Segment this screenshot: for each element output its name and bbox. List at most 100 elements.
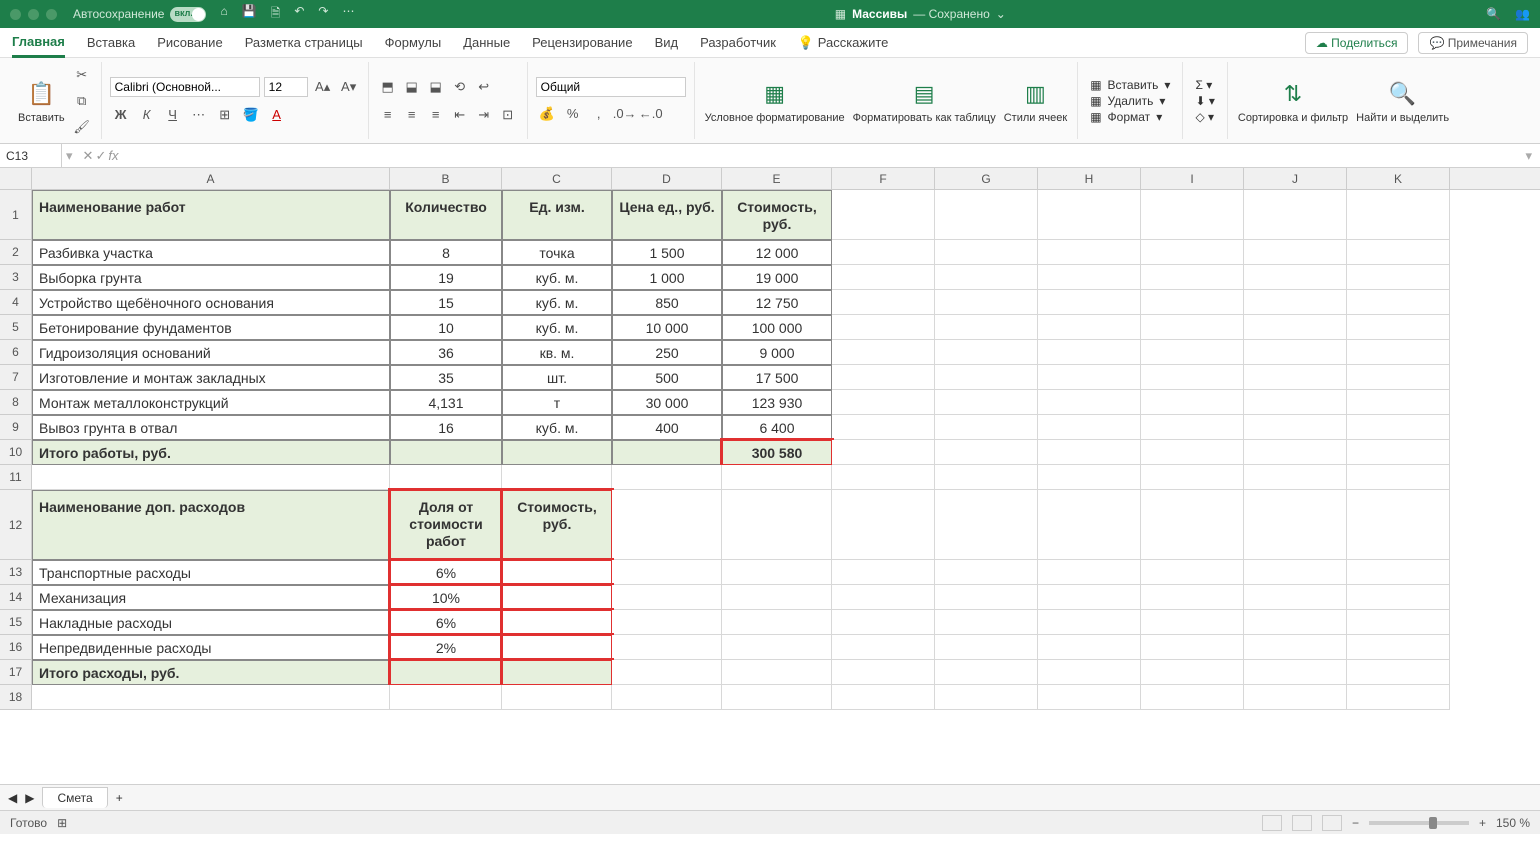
cell[interactable] xyxy=(1141,190,1244,240)
cell[interactable] xyxy=(1244,340,1347,365)
align-left-icon[interactable]: ≡ xyxy=(377,104,399,126)
row-header[interactable]: 15 xyxy=(0,610,32,635)
cell[interactable] xyxy=(722,585,832,610)
cell[interactable] xyxy=(1038,340,1141,365)
cell[interactable] xyxy=(1244,685,1347,710)
cell[interactable]: 12 750 xyxy=(722,290,832,315)
cell[interactable]: 10 xyxy=(390,315,502,340)
cell[interactable] xyxy=(1141,315,1244,340)
search-icon[interactable]: 🔍 xyxy=(1486,7,1501,21)
cell[interactable] xyxy=(935,265,1038,290)
cell[interactable]: Выборка грунта xyxy=(32,265,390,290)
cell[interactable] xyxy=(502,560,612,585)
cell[interactable]: Механизация xyxy=(32,585,390,610)
strike-button[interactable]: ⋯ xyxy=(188,104,210,126)
cell[interactable] xyxy=(935,610,1038,635)
cell[interactable]: 4,131 xyxy=(390,390,502,415)
cell[interactable] xyxy=(935,290,1038,315)
cell[interactable]: Цена ед., руб. xyxy=(612,190,722,240)
wrap-text-icon[interactable]: ↩ xyxy=(473,76,495,98)
cell[interactable] xyxy=(1244,415,1347,440)
home-icon[interactable]: ⌂ xyxy=(220,4,227,25)
tab-insert[interactable]: Вставка xyxy=(87,29,135,56)
redo-icon[interactable]: ↷ xyxy=(318,4,328,25)
cell[interactable] xyxy=(1347,490,1450,560)
insert-cells-button[interactable]: ▦ Вставить ▾ xyxy=(1086,77,1174,93)
underline-button[interactable]: Ч xyxy=(162,104,184,126)
cell[interactable]: 123 930 xyxy=(722,390,832,415)
cell[interactable]: 2% xyxy=(390,635,502,660)
cell[interactable]: 6% xyxy=(390,560,502,585)
cell[interactable] xyxy=(1347,290,1450,315)
cell[interactable] xyxy=(1244,315,1347,340)
cell[interactable] xyxy=(1244,440,1347,465)
add-sheet-icon[interactable]: + xyxy=(116,791,123,805)
cut-icon[interactable]: ✂ xyxy=(71,64,93,86)
font-size-select[interactable] xyxy=(264,77,308,97)
cell[interactable] xyxy=(935,415,1038,440)
align-bottom-icon[interactable]: ⬓ xyxy=(425,76,447,98)
cell[interactable] xyxy=(1244,660,1347,685)
cell[interactable] xyxy=(502,465,612,490)
cell[interactable] xyxy=(1347,390,1450,415)
cell[interactable] xyxy=(1038,265,1141,290)
sheet-prev-icon[interactable]: ◀ xyxy=(8,791,17,805)
row-header[interactable]: 13 xyxy=(0,560,32,585)
col-header[interactable]: G xyxy=(935,168,1038,189)
cell[interactable]: Наименование доп. расходов xyxy=(32,490,390,560)
cell[interactable]: 300 580 xyxy=(722,440,832,465)
cell[interactable]: куб. м. xyxy=(502,290,612,315)
cell[interactable]: Количество xyxy=(390,190,502,240)
zoom-slider[interactable] xyxy=(1369,821,1469,825)
sort-filter-button[interactable]: ⇅Сортировка и фильтр xyxy=(1236,74,1350,127)
cell[interactable] xyxy=(1038,440,1141,465)
cell[interactable]: 10 000 xyxy=(612,315,722,340)
row-header[interactable]: 18 xyxy=(0,685,32,710)
tab-view[interactable]: Вид xyxy=(655,29,679,56)
cell[interactable] xyxy=(832,190,935,240)
cell[interactable] xyxy=(1038,660,1141,685)
cell[interactable] xyxy=(1244,465,1347,490)
cell[interactable] xyxy=(612,685,722,710)
cell[interactable] xyxy=(832,440,935,465)
cell[interactable] xyxy=(1141,365,1244,390)
page-break-icon[interactable] xyxy=(1322,815,1342,831)
cell[interactable] xyxy=(502,610,612,635)
currency-icon[interactable]: 💰 xyxy=(536,103,558,125)
number-format-select[interactable] xyxy=(536,77,686,97)
cell[interactable]: 6 400 xyxy=(722,415,832,440)
cell[interactable] xyxy=(1141,685,1244,710)
tab-draw[interactable]: Рисование xyxy=(157,29,222,56)
cell[interactable] xyxy=(722,610,832,635)
cell[interactable] xyxy=(1141,635,1244,660)
cell[interactable] xyxy=(390,685,502,710)
cell[interactable] xyxy=(1347,265,1450,290)
cell[interactable]: Транспортные расходы xyxy=(32,560,390,585)
col-header[interactable]: B xyxy=(390,168,502,189)
cell[interactable] xyxy=(1141,290,1244,315)
cell[interactable] xyxy=(1141,660,1244,685)
sheet-next-icon[interactable]: ▶ xyxy=(25,791,34,805)
font-select[interactable] xyxy=(110,77,260,97)
cell[interactable] xyxy=(1141,585,1244,610)
cell[interactable]: Наименование работ xyxy=(32,190,390,240)
cell[interactable] xyxy=(832,465,935,490)
cell[interactable]: кв. м. xyxy=(502,340,612,365)
more-icon[interactable]: ⋯ xyxy=(342,4,354,25)
cell[interactable]: 250 xyxy=(612,340,722,365)
cell[interactable] xyxy=(1038,685,1141,710)
col-header[interactable]: I xyxy=(1141,168,1244,189)
cell[interactable] xyxy=(935,440,1038,465)
autosave-toggle[interactable]: вкл. xyxy=(170,7,206,22)
share-button[interactable]: ☁ Поделиться xyxy=(1305,32,1409,54)
cell[interactable] xyxy=(722,560,832,585)
cell[interactable] xyxy=(1244,190,1347,240)
row-header[interactable]: 4 xyxy=(0,290,32,315)
col-header[interactable]: J xyxy=(1244,168,1347,189)
cell[interactable]: 35 xyxy=(390,365,502,390)
cell[interactable] xyxy=(502,660,612,685)
saveall-icon[interactable]: 🗎 xyxy=(271,4,281,25)
cell[interactable] xyxy=(1244,635,1347,660)
formula-expand-icon[interactable]: ▾ xyxy=(1517,148,1540,164)
cell[interactable]: 8 xyxy=(390,240,502,265)
